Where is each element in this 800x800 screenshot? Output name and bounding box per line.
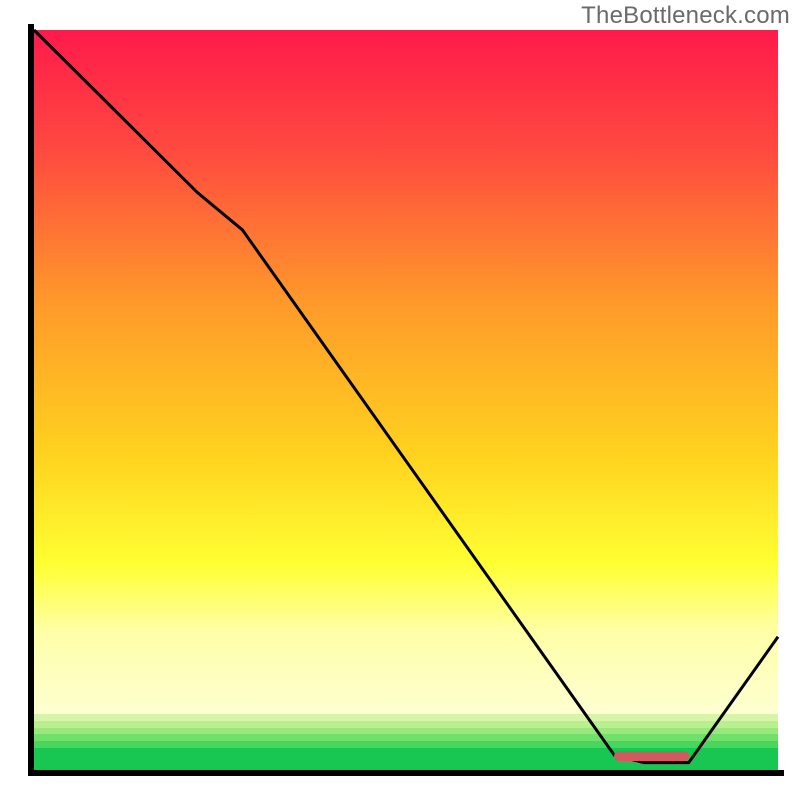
y-axis [28,24,34,776]
chart-container: TheBottleneck.com [0,0,800,800]
x-axis [28,770,784,776]
chart-plot-area [34,30,778,770]
watermark-text: TheBottleneck.com [581,2,790,30]
bottleneck-curve [34,30,778,770]
curve-path [34,30,778,763]
optimum-marker [614,751,688,761]
